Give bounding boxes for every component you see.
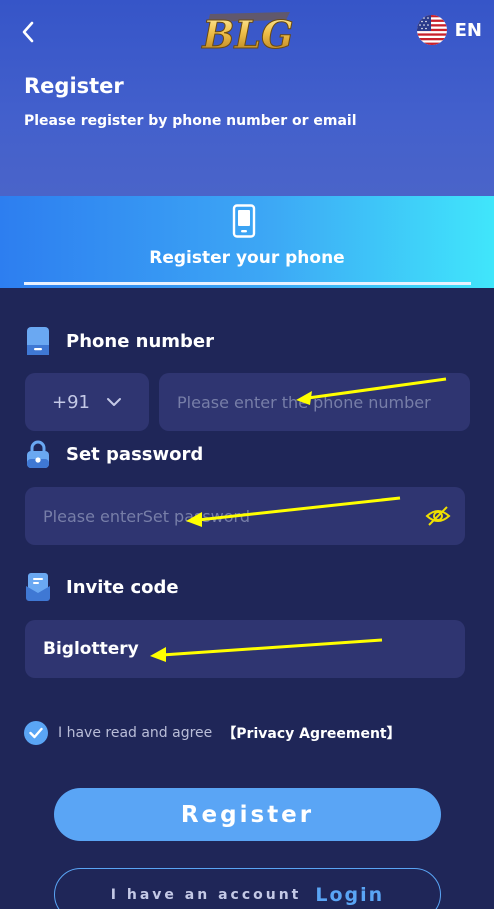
agreement-checkbox[interactable] <box>24 721 48 745</box>
svg-text:BLG: BLG <box>201 12 293 57</box>
brand-logo: BLG <box>201 12 294 58</box>
invite-label: Invite code <box>66 576 179 598</box>
tab-register-phone[interactable]: Register your phone <box>0 196 494 288</box>
password-input[interactable] <box>43 487 409 545</box>
header: BLG EN Register Please register by phone… <box>0 0 494 196</box>
country-code-value: +91 <box>52 391 90 413</box>
tab-label: Register your phone <box>149 248 345 268</box>
page-subtitle: Please register by phone number or email <box>24 113 357 129</box>
language-label: EN <box>454 19 482 41</box>
phone-label-row: Phone number <box>24 326 214 356</box>
login-link: Login <box>315 883 385 906</box>
have-account-text: I have an account <box>110 886 302 903</box>
register-button[interactable]: Register <box>54 788 441 841</box>
us-flag-icon <box>416 15 447 45</box>
password-label-row: Set password <box>24 439 203 469</box>
eye-off-icon[interactable] <box>425 503 451 529</box>
agreement-text: I have read and agree <box>58 725 213 741</box>
invite-card-icon <box>24 572 52 602</box>
language-selector[interactable]: EN <box>416 14 482 46</box>
invite-label-row: Invite code <box>24 572 179 602</box>
password-label: Set password <box>66 443 204 465</box>
lock-icon <box>24 439 52 469</box>
country-code-select[interactable]: +91 <box>25 373 149 431</box>
page-title: Register <box>24 74 124 98</box>
invite-code-input[interactable] <box>43 620 447 678</box>
invite-input-box <box>25 620 465 678</box>
phone-label: Phone number <box>66 330 215 352</box>
phone-input[interactable] <box>177 373 452 431</box>
agreement-row: I have read and agree 【Privacy Agreement… <box>24 720 401 746</box>
back-button[interactable] <box>14 18 42 46</box>
check-icon <box>29 727 43 739</box>
tab-underline <box>24 282 471 285</box>
password-input-box <box>25 487 465 545</box>
chevron-left-icon <box>22 21 34 43</box>
phone-icon <box>24 326 52 356</box>
phone-input-box <box>159 373 470 431</box>
login-button[interactable]: I have an account Login <box>54 868 441 909</box>
privacy-agreement-link[interactable]: 【Privacy Agreement】 <box>222 723 400 743</box>
chevron-down-icon <box>107 398 121 406</box>
smartphone-icon <box>232 204 256 238</box>
